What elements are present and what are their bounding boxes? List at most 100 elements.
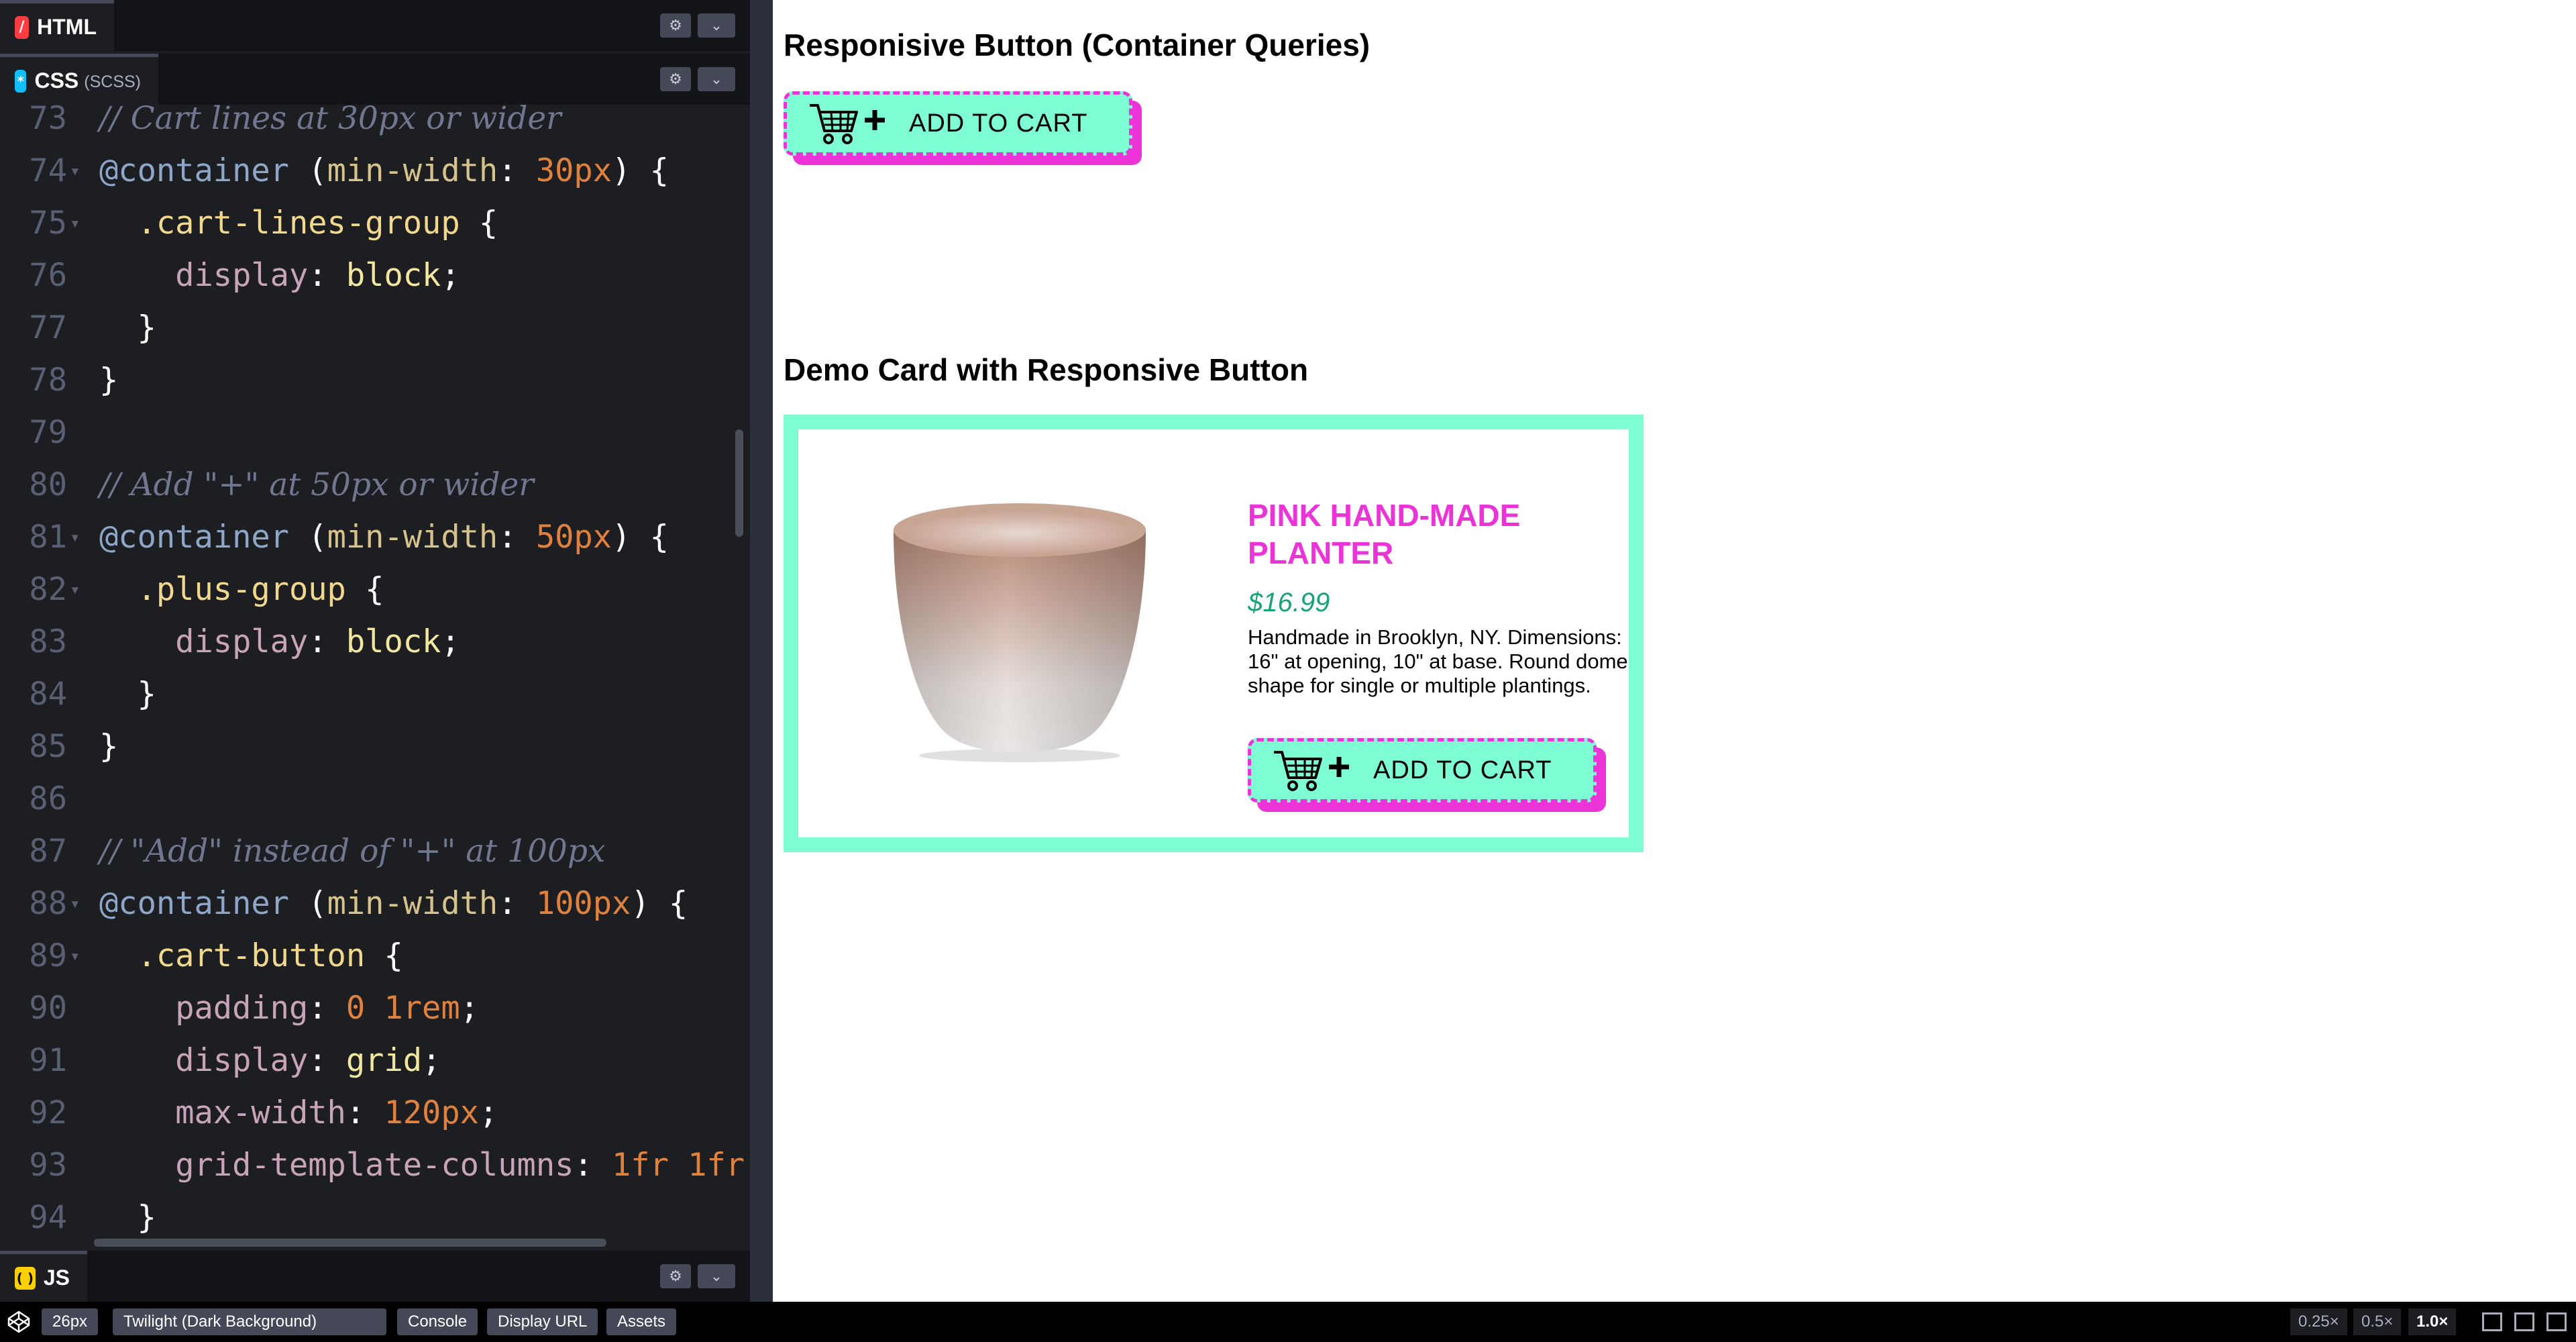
line-number: 85 [29, 728, 67, 765]
code-token: 0 1rem [345, 990, 460, 1027]
js-collapse-button[interactable]: ⌄ [698, 1264, 735, 1288]
assets-button[interactable]: Assets [606, 1308, 677, 1335]
code-line[interactable]: 92 max-width: 120px; [0, 1087, 750, 1139]
code-line[interactable]: 79 [0, 407, 750, 459]
code-line[interactable]: 77 } [0, 302, 750, 354]
fold-arrow-icon[interactable]: ▾ [70, 145, 80, 197]
code-token: : [498, 519, 536, 556]
line-number: 82 [29, 571, 67, 608]
code-token: block [345, 623, 441, 660]
code-token: @container [99, 152, 289, 189]
tab-css[interactable]: * CSS (SCSS) [0, 54, 158, 105]
code-line[interactable]: 84 } [0, 668, 750, 721]
html-panel-header: / HTML ⚙ ⌄ [0, 0, 750, 51]
line-number: 94 [29, 1199, 67, 1236]
css-collapse-button[interactable]: ⌄ [698, 67, 735, 91]
code-token: : [345, 1094, 384, 1131]
card-add-to-cart-button[interactable]: ADD TO CART [1248, 738, 1597, 803]
code-line[interactable]: 80 // Add "+" at 50px or wider [0, 459, 750, 511]
code-line[interactable]: 89 ▾ .cart-button { [0, 930, 750, 982]
code-text: @container (min-width: 30px) { [99, 145, 669, 197]
code-token: : [308, 990, 346, 1027]
code-line[interactable]: 76 display: block; [0, 250, 750, 302]
code-token: ; [422, 1042, 441, 1079]
code-text: display: grid; [99, 1035, 441, 1087]
code-line[interactable]: 74 ▾ @container (min-width: 30px) { [0, 145, 750, 197]
font-size-button[interactable]: 26px [42, 1308, 99, 1335]
code-line[interactable]: 86 [0, 773, 750, 825]
code-line[interactable]: 87 // "Add" instead of "+" at 100px [0, 825, 750, 878]
vertical-scrollbar[interactable] [735, 429, 743, 537]
fold-arrow-icon[interactable]: ▾ [70, 564, 80, 616]
code-text: display: block; [99, 250, 460, 302]
code-token: } [99, 1199, 156, 1236]
line-number: 76 [29, 257, 67, 294]
code-token: ( [288, 519, 327, 556]
line-number: 84 [29, 676, 67, 713]
product-title: PINK HAND-MADE PLANTER [1248, 498, 1521, 570]
code-line[interactable]: 93 grid-template-columns: 1fr 1fr [0, 1139, 750, 1192]
tab-html[interactable]: / HTML [0, 0, 114, 51]
layout-left-icon[interactable] [2482, 1312, 2502, 1331]
line-number: 75 [29, 205, 67, 242]
zoom-option-1.0[interactable]: 1.0× [2408, 1308, 2457, 1335]
line-number: 88 [29, 885, 67, 922]
zoom-option-0.5[interactable]: 0.5× [2353, 1308, 2402, 1335]
layout-right-icon[interactable] [2546, 1312, 2567, 1331]
code-text: } [99, 354, 118, 407]
tab-js[interactable]: ( ) JS [0, 1251, 87, 1302]
fold-arrow-icon[interactable]: ▾ [70, 197, 80, 250]
line-number: 92 [29, 1094, 67, 1131]
code-text: } [99, 302, 156, 354]
html-collapse-button[interactable]: ⌄ [698, 13, 735, 38]
card-add-to-cart-label: ADD TO CART [1373, 756, 1552, 784]
code-line[interactable]: 91 display: grid; [0, 1035, 750, 1087]
css-code-area[interactable]: 73// Cart lines at 30px or wider 74 ▾ @cont… [0, 105, 750, 1245]
display-url-button[interactable]: Display URL [487, 1308, 598, 1335]
horizontal-scrollbar[interactable] [94, 1239, 606, 1247]
code-line[interactable]: 73 // Cart lines at 30px or wider [0, 105, 750, 145]
line-number: 91 [29, 1042, 67, 1079]
theme-select[interactable]: Twilight (Dark Background) [113, 1308, 386, 1335]
code-line[interactable]: 78} [0, 354, 750, 407]
heading-demo-card: Demo Card with Responsive Button [784, 352, 1309, 387]
code-line[interactable]: 82 ▾ .plus-group { [0, 564, 750, 616]
css-settings-button[interactable]: ⚙ [660, 67, 691, 91]
html-settings-button[interactable]: ⚙ [660, 13, 691, 38]
console-button[interactable]: Console [397, 1308, 478, 1335]
zoom-option-0.25[interactable]: 0.25× [2290, 1308, 2347, 1335]
code-token: ( [288, 152, 327, 189]
code-token: display [175, 257, 309, 294]
css-icon: * [15, 69, 27, 93]
line-number: 81 [29, 519, 67, 556]
code-line[interactable]: 81 ▾ @container (min-width: 50px) { [0, 511, 750, 564]
codepen-logo-icon[interactable] [7, 1310, 31, 1334]
code-token: display [175, 623, 309, 660]
line-number: 90 [29, 990, 67, 1027]
add-to-cart-button[interactable]: ADD TO CART [784, 91, 1132, 156]
fold-arrow-icon[interactable]: ▾ [70, 511, 80, 564]
line-number: 73 [29, 105, 67, 137]
js-settings-button[interactable]: ⚙ [660, 1264, 691, 1288]
code-line[interactable]: 90 padding: 0 1rem; [0, 982, 750, 1035]
resize-gutter[interactable] [750, 0, 773, 1302]
code-line[interactable]: 75 ▾ .cart-lines-group { [0, 197, 750, 250]
chevron-down-icon: ⌄ [710, 1268, 723, 1285]
fold-arrow-icon[interactable]: ▾ [70, 878, 80, 930]
layout-top-icon[interactable] [2514, 1312, 2534, 1331]
code-token: : [498, 885, 536, 922]
code-line[interactable]: 85} [0, 721, 750, 773]
code-line[interactable]: 88 ▾ @container (min-width: 100px) { [0, 878, 750, 930]
code-text: } [99, 1192, 156, 1244]
code-token: ( [288, 885, 327, 922]
code-line[interactable]: 94 } [0, 1192, 750, 1244]
code-line[interactable]: 83 display: block; [0, 616, 750, 668]
code-token: 1fr 1fr [612, 1147, 745, 1184]
fold-arrow-icon[interactable]: ▾ [70, 930, 80, 982]
code-token: @container [99, 885, 289, 922]
